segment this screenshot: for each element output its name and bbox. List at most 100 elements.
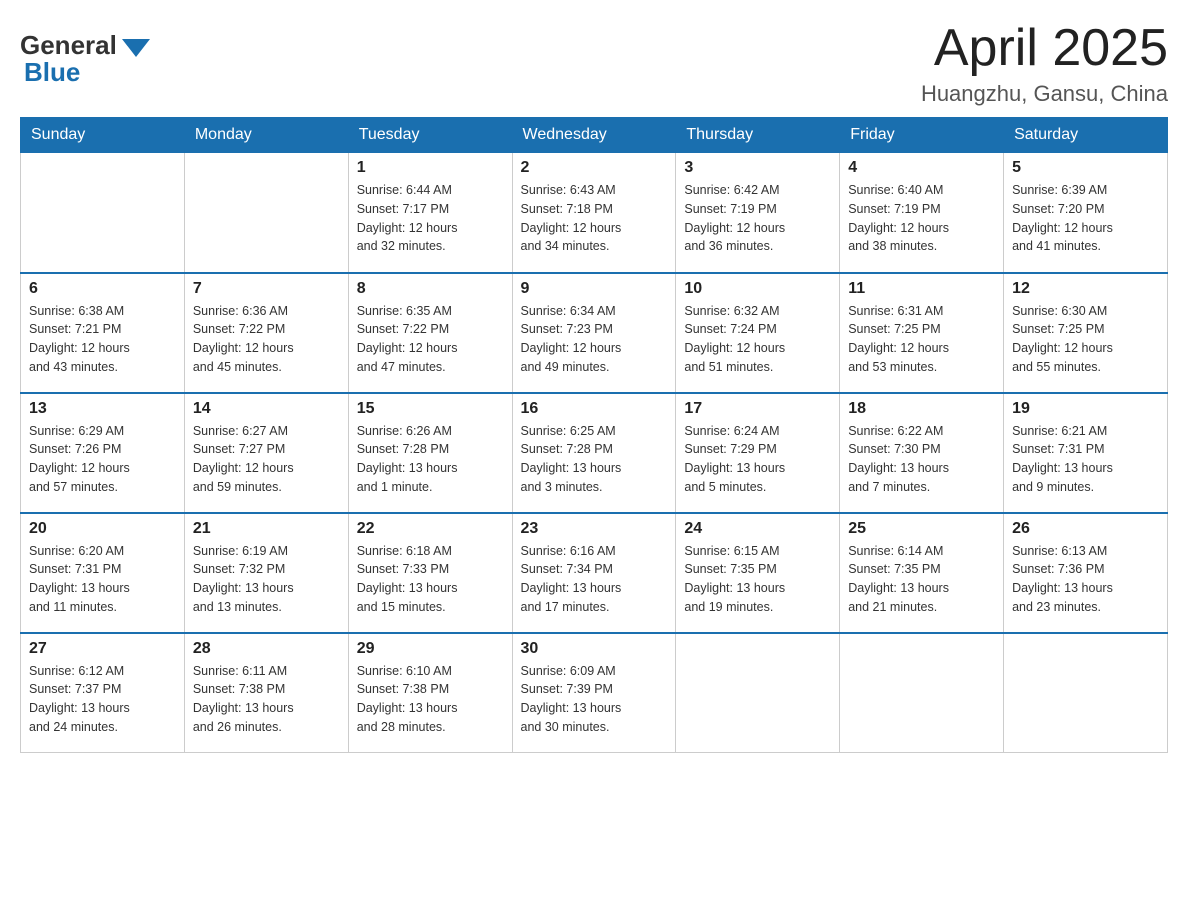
day-info: Sunrise: 6:44 AM Sunset: 7:17 PM Dayligh…: [357, 181, 504, 256]
day-of-week-header: Tuesday: [348, 118, 512, 153]
day-info: Sunrise: 6:09 AM Sunset: 7:39 PM Dayligh…: [521, 662, 668, 737]
day-info: Sunrise: 6:26 AM Sunset: 7:28 PM Dayligh…: [357, 422, 504, 497]
day-number: 15: [357, 400, 504, 418]
calendar-cell: 15 Sunrise: 6:26 AM Sunset: 7:28 PM Dayli…: [348, 393, 512, 513]
day-number: 11: [848, 280, 995, 298]
day-info: Sunrise: 6:27 AM Sunset: 7:27 PM Dayligh…: [193, 422, 340, 497]
day-number: 29: [357, 640, 504, 658]
calendar-cell: 19 Sunrise: 6:21 AM Sunset: 7:31 PM Dayli…: [1004, 393, 1168, 513]
day-info: Sunrise: 6:35 AM Sunset: 7:22 PM Dayligh…: [357, 302, 504, 377]
day-number: 13: [29, 400, 176, 418]
day-info: Sunrise: 6:30 AM Sunset: 7:25 PM Dayligh…: [1012, 302, 1159, 377]
day-number: 21: [193, 520, 340, 538]
calendar-cell: 9 Sunrise: 6:34 AM Sunset: 7:23 PM Daylig…: [512, 273, 676, 393]
calendar-cell: 24 Sunrise: 6:15 AM Sunset: 7:35 PM Dayli…: [676, 513, 840, 633]
day-info: Sunrise: 6:13 AM Sunset: 7:36 PM Dayligh…: [1012, 542, 1159, 617]
day-number: 26: [1012, 520, 1159, 538]
day-number: 20: [29, 520, 176, 538]
day-info: Sunrise: 6:14 AM Sunset: 7:35 PM Dayligh…: [848, 542, 995, 617]
day-number: 30: [521, 640, 668, 658]
calendar-week-row: 20 Sunrise: 6:20 AM Sunset: 7:31 PM Dayli…: [21, 513, 1168, 633]
logo: General Blue: [20, 30, 150, 88]
calendar-cell: 22 Sunrise: 6:18 AM Sunset: 7:33 PM Dayli…: [348, 513, 512, 633]
day-info: Sunrise: 6:32 AM Sunset: 7:24 PM Dayligh…: [684, 302, 831, 377]
day-info: Sunrise: 6:16 AM Sunset: 7:34 PM Dayligh…: [521, 542, 668, 617]
day-info: Sunrise: 6:34 AM Sunset: 7:23 PM Dayligh…: [521, 302, 668, 377]
day-of-week-header: Sunday: [21, 118, 185, 153]
calendar-cell: 2 Sunrise: 6:43 AM Sunset: 7:18 PM Daylig…: [512, 153, 676, 273]
calendar-cell: 28Sunrise: 6:11 AM Sunset: 7:38 PM Dayli…: [184, 633, 348, 753]
day-info: Sunrise: 6:15 AM Sunset: 7:35 PM Dayligh…: [684, 542, 831, 617]
day-number: 23: [521, 520, 668, 538]
calendar-cell: 6Sunrise: 6:38 AM Sunset: 7:21 PM Daylig…: [21, 273, 185, 393]
calendar-cell: 16 Sunrise: 6:25 AM Sunset: 7:28 PM Dayli…: [512, 393, 676, 513]
day-of-week-header: Monday: [184, 118, 348, 153]
logo-icon: [120, 35, 150, 57]
calendar-cell: 30 Sunrise: 6:09 AM Sunset: 7:39 PM Dayli…: [512, 633, 676, 753]
calendar-cell: 14Sunrise: 6:27 AM Sunset: 7:27 PM Dayli…: [184, 393, 348, 513]
day-info: Sunrise: 6:43 AM Sunset: 7:18 PM Dayligh…: [521, 181, 668, 256]
calendar-cell: 3 Sunrise: 6:42 AM Sunset: 7:19 PM Daylig…: [676, 153, 840, 273]
calendar-cell: 21 Sunrise: 6:19 AM Sunset: 7:32 PM Dayli…: [184, 513, 348, 633]
calendar-cell: [840, 633, 1004, 753]
day-number: 3: [684, 159, 831, 177]
day-info: Sunrise: 6:20 AM Sunset: 7:31 PM Dayligh…: [29, 542, 176, 617]
logo-wordmark: General Blue: [20, 30, 150, 88]
month-year-title: April 2025: [921, 20, 1168, 77]
day-info: Sunrise: 6:21 AM Sunset: 7:31 PM Dayligh…: [1012, 422, 1159, 497]
day-number: 2: [521, 159, 668, 177]
calendar-cell: 11 Sunrise: 6:31 AM Sunset: 7:25 PM Dayli…: [840, 273, 1004, 393]
calendar-week-row: 13 Sunrise: 6:29 AM Sunset: 7:26 PM Dayli…: [21, 393, 1168, 513]
calendar-cell: 12Sunrise: 6:30 AM Sunset: 7:25 PM Dayli…: [1004, 273, 1168, 393]
day-of-week-header: Saturday: [1004, 118, 1168, 153]
day-info: Sunrise: 6:42 AM Sunset: 7:19 PM Dayligh…: [684, 181, 831, 256]
calendar-cell: 1 Sunrise: 6:44 AM Sunset: 7:17 PM Daylig…: [348, 153, 512, 273]
calendar-cell: 10 Sunrise: 6:32 AM Sunset: 7:24 PM Dayli…: [676, 273, 840, 393]
calendar-cell: 25Sunrise: 6:14 AM Sunset: 7:35 PM Dayli…: [840, 513, 1004, 633]
day-of-week-header: Friday: [840, 118, 1004, 153]
day-number: 22: [357, 520, 504, 538]
day-info: Sunrise: 6:39 AM Sunset: 7:20 PM Dayligh…: [1012, 181, 1159, 256]
title-section: April 2025 Huangzhu, Gansu, China: [921, 20, 1168, 107]
calendar-cell: 26 Sunrise: 6:13 AM Sunset: 7:36 PM Dayli…: [1004, 513, 1168, 633]
calendar-cell: 18Sunrise: 6:22 AM Sunset: 7:30 PM Dayli…: [840, 393, 1004, 513]
calendar-table: SundayMondayTuesdayWednesdayThursdayFrid…: [20, 117, 1168, 753]
day-info: Sunrise: 6:18 AM Sunset: 7:33 PM Dayligh…: [357, 542, 504, 617]
day-number: 8: [357, 280, 504, 298]
calendar-week-row: 1 Sunrise: 6:44 AM Sunset: 7:17 PM Daylig…: [21, 153, 1168, 273]
day-number: 9: [521, 280, 668, 298]
day-number: 24: [684, 520, 831, 538]
day-info: Sunrise: 6:31 AM Sunset: 7:25 PM Dayligh…: [848, 302, 995, 377]
calendar-week-row: 6Sunrise: 6:38 AM Sunset: 7:21 PM Daylig…: [21, 273, 1168, 393]
day-number: 16: [521, 400, 668, 418]
day-number: 10: [684, 280, 831, 298]
logo-blue-text: Blue: [24, 57, 80, 87]
day-info: Sunrise: 6:10 AM Sunset: 7:38 PM Dayligh…: [357, 662, 504, 737]
calendar-cell: 27Sunrise: 6:12 AM Sunset: 7:37 PM Dayli…: [21, 633, 185, 753]
day-info: Sunrise: 6:29 AM Sunset: 7:26 PM Dayligh…: [29, 422, 176, 497]
day-number: 4: [848, 159, 995, 177]
day-info: Sunrise: 6:11 AM Sunset: 7:38 PM Dayligh…: [193, 662, 340, 737]
day-number: 18: [848, 400, 995, 418]
page-header: General Blue April 2025 Huangzhu, Gansu,…: [20, 20, 1168, 107]
day-of-week-header: Thursday: [676, 118, 840, 153]
calendar-cell: 17Sunrise: 6:24 AM Sunset: 7:29 PM Dayli…: [676, 393, 840, 513]
day-info: Sunrise: 6:19 AM Sunset: 7:32 PM Dayligh…: [193, 542, 340, 617]
day-number: 7: [193, 280, 340, 298]
location-subtitle: Huangzhu, Gansu, China: [921, 81, 1168, 107]
calendar-cell: [676, 633, 840, 753]
calendar-cell: 4 Sunrise: 6:40 AM Sunset: 7:19 PM Daylig…: [840, 153, 1004, 273]
day-number: 17: [684, 400, 831, 418]
day-number: 19: [1012, 400, 1159, 418]
calendar-header-row: SundayMondayTuesdayWednesdayThursdayFrid…: [21, 118, 1168, 153]
day-of-week-header: Wednesday: [512, 118, 676, 153]
calendar-cell: 7Sunrise: 6:36 AM Sunset: 7:22 PM Daylig…: [184, 273, 348, 393]
day-info: Sunrise: 6:25 AM Sunset: 7:28 PM Dayligh…: [521, 422, 668, 497]
day-number: 1: [357, 159, 504, 177]
calendar-cell: 5Sunrise: 6:39 AM Sunset: 7:20 PM Daylig…: [1004, 153, 1168, 273]
calendar-cell: [184, 153, 348, 273]
day-info: Sunrise: 6:38 AM Sunset: 7:21 PM Dayligh…: [29, 302, 176, 377]
day-info: Sunrise: 6:40 AM Sunset: 7:19 PM Dayligh…: [848, 181, 995, 256]
calendar-week-row: 27Sunrise: 6:12 AM Sunset: 7:37 PM Dayli…: [21, 633, 1168, 753]
day-number: 27: [29, 640, 176, 658]
